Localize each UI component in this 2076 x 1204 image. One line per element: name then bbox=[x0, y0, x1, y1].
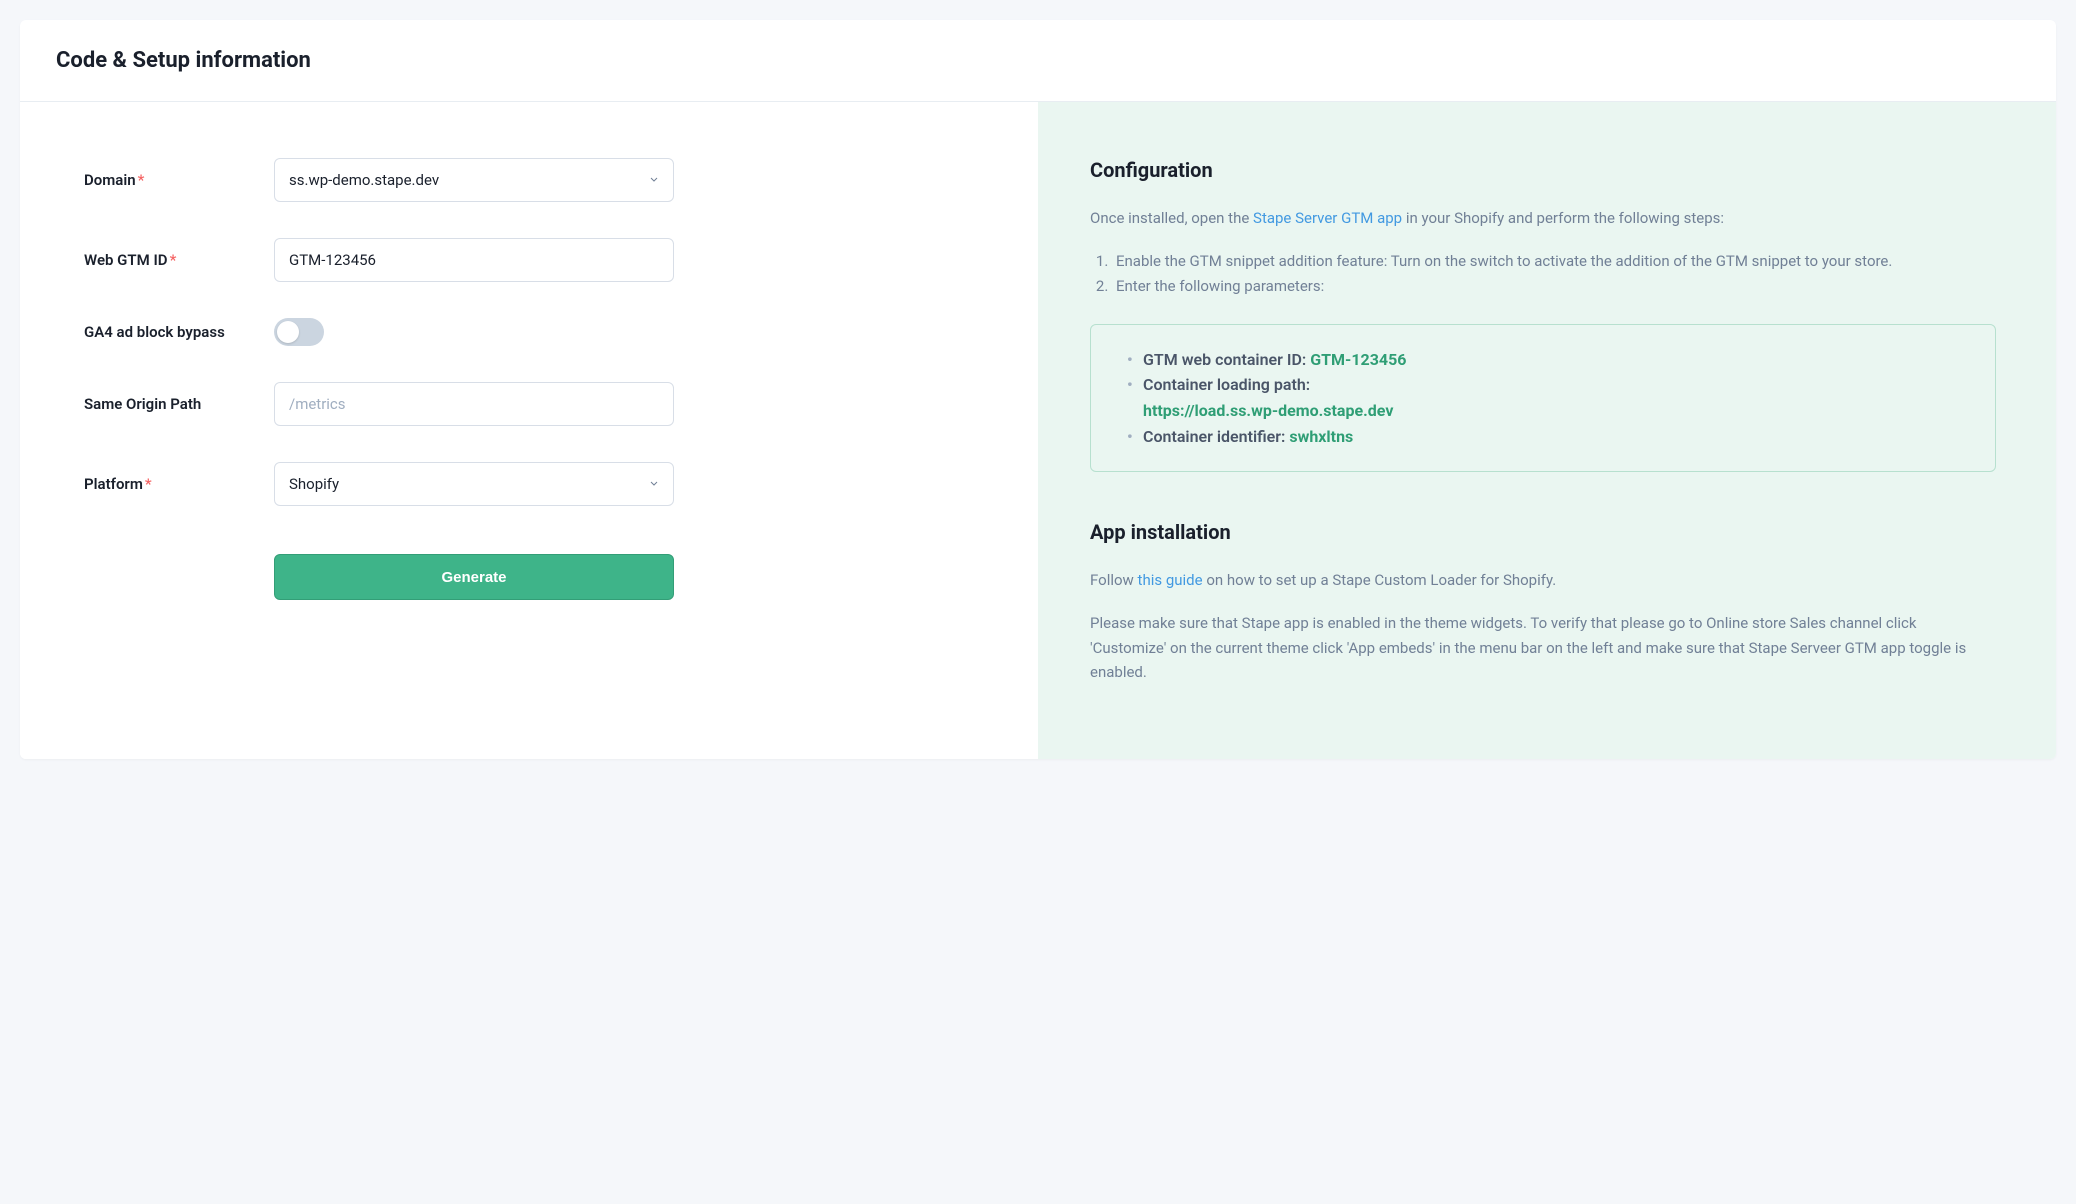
domain-label-text: Domain bbox=[84, 171, 136, 189]
sop-label: Same Origin Path bbox=[84, 395, 274, 413]
ga4-row: GA4 ad block bypass bbox=[84, 318, 978, 346]
gtm-control bbox=[274, 238, 674, 282]
sop-input[interactable] bbox=[274, 382, 674, 426]
param-id-value: swhxltns bbox=[1289, 427, 1353, 446]
gtm-input[interactable] bbox=[274, 238, 674, 282]
ga4-toggle[interactable] bbox=[274, 318, 324, 346]
gtm-label: Web GTM ID* bbox=[84, 251, 274, 269]
toggle-knob bbox=[277, 321, 299, 343]
param-id-label: Container identifier: bbox=[1143, 427, 1289, 446]
stape-app-link[interactable]: Stape Server GTM app bbox=[1253, 209, 1402, 227]
config-params-box: GTM web container ID: GTM-123456 Contain… bbox=[1090, 324, 1996, 472]
follow-after: on how to set up a Stape Custom Loader f… bbox=[1203, 571, 1557, 589]
gtm-label-text: Web GTM ID bbox=[84, 251, 168, 269]
param-path-value: https://load.ss.wp-demo.stape.dev bbox=[1143, 401, 1393, 420]
body-row: Domain* ss.wp-demo.stape.dev Web GTM ID* bbox=[20, 102, 2056, 759]
platform-select-wrap: Shopify bbox=[274, 462, 674, 506]
domain-select[interactable]: ss.wp-demo.stape.dev bbox=[274, 158, 674, 202]
configuration-title: Configuration bbox=[1090, 158, 1996, 182]
step-1: Enable the GTM snippet addition feature:… bbox=[1112, 249, 1996, 275]
param-gtm-label: GTM web container ID: bbox=[1143, 350, 1310, 369]
param-id: Container identifier: swhxltns bbox=[1127, 424, 1967, 450]
required-mark: * bbox=[138, 171, 145, 189]
domain-label: Domain* bbox=[84, 171, 274, 189]
follow-before: Follow bbox=[1090, 571, 1138, 589]
sop-control bbox=[274, 382, 674, 426]
page-header: Code & Setup information bbox=[20, 20, 2056, 102]
ga4-control bbox=[274, 318, 674, 346]
intro-after: in your Shopify and perform the followin… bbox=[1402, 209, 1724, 227]
configuration-intro: Once installed, open the Stape Server GT… bbox=[1090, 206, 1996, 231]
required-mark: * bbox=[145, 475, 152, 493]
required-mark: * bbox=[170, 251, 177, 269]
install-guide: Follow this guide on how to set up a Sta… bbox=[1090, 568, 1996, 593]
form-panel: Domain* ss.wp-demo.stape.dev Web GTM ID* bbox=[20, 102, 1038, 759]
param-gtm-value: GTM-123456 bbox=[1310, 350, 1406, 369]
sop-row: Same Origin Path bbox=[84, 382, 978, 426]
param-gtm: GTM web container ID: GTM-123456 bbox=[1127, 347, 1967, 373]
domain-select-wrap: ss.wp-demo.stape.dev bbox=[274, 158, 674, 202]
domain-row: Domain* ss.wp-demo.stape.dev bbox=[84, 158, 978, 202]
param-path: Container loading path: https://load.ss.… bbox=[1127, 372, 1967, 423]
intro-before: Once installed, open the bbox=[1090, 209, 1253, 227]
ga4-label: GA4 ad block bypass bbox=[84, 323, 274, 341]
page-title: Code & Setup information bbox=[56, 48, 2020, 73]
gtm-row: Web GTM ID* bbox=[84, 238, 978, 282]
platform-row: Platform* Shopify bbox=[84, 462, 978, 506]
info-panel: Configuration Once installed, open the S… bbox=[1038, 102, 2056, 759]
install-title: App installation bbox=[1090, 520, 1996, 544]
configuration-steps: Enable the GTM snippet addition feature:… bbox=[1090, 249, 1996, 300]
generate-button[interactable]: Generate bbox=[274, 554, 674, 600]
platform-select[interactable]: Shopify bbox=[274, 462, 674, 506]
platform-label: Platform* bbox=[84, 475, 274, 493]
platform-label-text: Platform bbox=[84, 475, 143, 493]
step-2: Enter the following parameters: bbox=[1112, 274, 1996, 300]
install-note: Please make sure that Stape app is enabl… bbox=[1090, 611, 1996, 685]
main-container: Code & Setup information Domain* ss.wp-d… bbox=[20, 20, 2056, 759]
guide-link[interactable]: this guide bbox=[1138, 571, 1203, 589]
param-path-label: Container loading path: bbox=[1143, 375, 1310, 394]
